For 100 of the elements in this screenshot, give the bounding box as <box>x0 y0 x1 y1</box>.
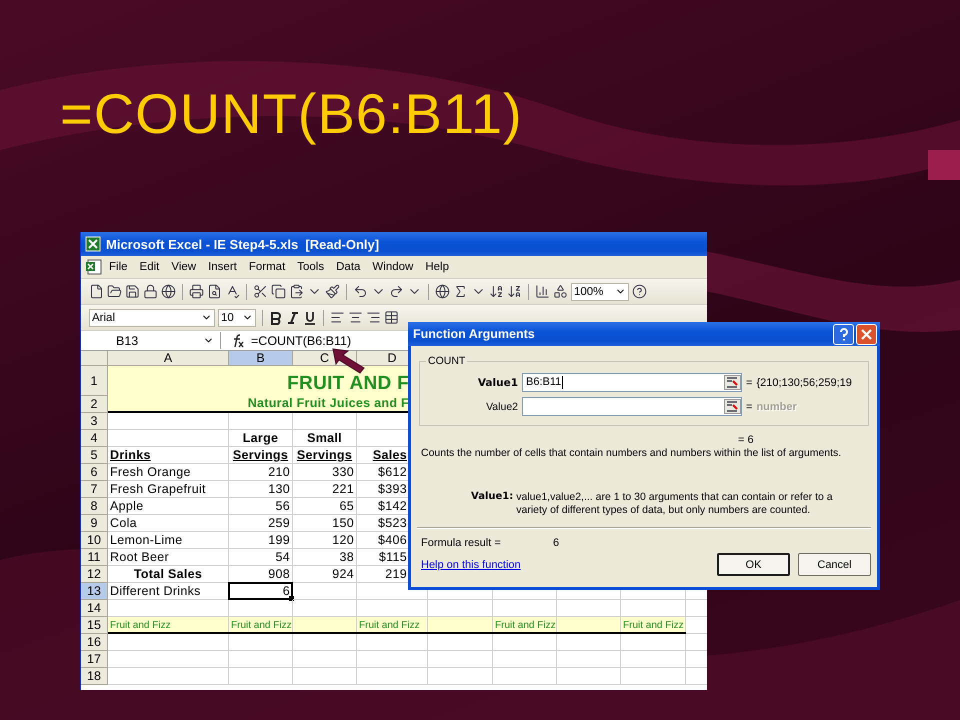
fill-handle[interactable] <box>289 596 294 601</box>
row-header[interactable]: 7 <box>81 481 108 498</box>
spreadsheet-doc-icon[interactable] <box>85 259 103 275</box>
column-header[interactable]: A <box>108 351 229 366</box>
function-icon[interactable] <box>231 334 245 348</box>
table-cell <box>621 634 686 651</box>
formula-text[interactable]: =COUNT(B6:B11) <box>251 334 352 348</box>
argument-value: {210;130;56;259;19 <box>756 376 852 388</box>
row-header[interactable]: 1 <box>81 366 108 396</box>
menu-item[interactable]: File <box>103 259 134 275</box>
help-icon[interactable] <box>632 284 647 299</box>
align-left-icon[interactable] <box>330 310 345 325</box>
menu-item[interactable]: Edit <box>134 259 166 275</box>
table-cell: Servings <box>293 447 357 464</box>
bar-chart-icon[interactable] <box>535 284 550 299</box>
table-cell: Fruit and Fizz <box>108 617 229 632</box>
dialog-title: Function Arguments <box>413 327 535 341</box>
table-cell <box>557 651 621 668</box>
sort-descending-icon[interactable] <box>507 284 522 299</box>
italic-icon[interactable] <box>286 310 300 324</box>
paste-icon[interactable] <box>289 284 304 299</box>
row-header[interactable]: 16 <box>81 634 108 651</box>
underline-icon[interactable] <box>303 310 317 324</box>
font-size-dropdown[interactable]: 10 <box>218 308 256 326</box>
row-header[interactable]: 4 <box>81 430 108 447</box>
menu-item[interactable]: Help <box>419 259 455 275</box>
table-cell: Large <box>229 430 293 447</box>
font-dropdown[interactable]: Arial <box>89 308 215 326</box>
globe-icon[interactable] <box>161 284 176 299</box>
row-header[interactable]: 12 <box>81 566 108 583</box>
menu-item[interactable]: Format <box>242 259 292 275</box>
table-cell: 908 <box>229 566 293 583</box>
align-right-icon[interactable] <box>366 310 381 325</box>
table-cell <box>493 668 557 685</box>
row-header[interactable]: 2 <box>81 396 108 413</box>
row-header[interactable]: 18 <box>81 668 108 685</box>
dialog-button[interactable]: OK <box>717 553 790 576</box>
redo-icon[interactable] <box>389 284 404 299</box>
group-label: COUNT <box>427 355 466 367</box>
table-cell: 210 <box>229 464 293 481</box>
save-icon[interactable] <box>125 284 140 299</box>
column-header[interactable]: B <box>229 351 293 366</box>
shapes-icon[interactable] <box>553 284 568 299</box>
table-cell <box>229 651 293 668</box>
cut-icon[interactable] <box>253 284 268 299</box>
row-header[interactable]: 3 <box>81 413 108 430</box>
menu-item[interactable]: Data <box>330 259 366 275</box>
argument-help-label: Value1: <box>471 491 514 504</box>
row-header[interactable]: 6 <box>81 464 108 481</box>
open-folder-icon[interactable] <box>107 284 122 299</box>
row-header[interactable]: 14 <box>81 600 108 617</box>
input-field[interactable] <box>522 397 742 416</box>
menu-item[interactable]: Window <box>366 259 420 275</box>
help-button[interactable] <box>833 324 854 344</box>
row-header[interactable]: 15 <box>81 617 108 634</box>
row-header[interactable]: 10 <box>81 532 108 549</box>
table-cell <box>229 634 293 651</box>
row-header[interactable]: 5 <box>81 447 108 464</box>
argument-label: Value2 <box>485 400 519 412</box>
window-title: Microsoft Excel - IE Step4-5.xls [Read-Only] <box>106 236 380 252</box>
dialog-button[interactable]: Cancel <box>798 553 871 576</box>
sort-ascending-icon[interactable] <box>489 284 504 299</box>
print-preview-icon[interactable] <box>207 284 222 299</box>
table-cell: 199 <box>229 532 293 549</box>
formula-result-value: 6 <box>553 537 560 549</box>
table-cell: 221 <box>293 481 357 498</box>
new-file-icon[interactable] <box>89 284 104 299</box>
name-box[interactable]: B13 <box>81 332 221 349</box>
menu-item[interactable]: View <box>165 259 202 275</box>
table-cell <box>428 651 493 668</box>
table-cell: 6 <box>229 583 293 600</box>
paintbrush-icon[interactable] <box>325 284 340 299</box>
cell-range-icon[interactable] <box>724 399 741 414</box>
globe-icon[interactable] <box>435 284 450 299</box>
argument-help-text: value1,value2,... are 1 to 30 arguments that can contain or refer to a variety of different types of data, but only numbers are counted. <box>516 491 834 517</box>
cell-range-icon[interactable] <box>724 375 741 390</box>
close-icon <box>861 328 872 340</box>
align-center-icon[interactable] <box>348 310 363 325</box>
row-header[interactable]: 13 <box>81 583 108 600</box>
bold-icon[interactable] <box>269 310 283 324</box>
lock-icon[interactable] <box>143 284 158 299</box>
print-icon[interactable] <box>189 284 204 299</box>
row-header[interactable]: 9 <box>81 515 108 532</box>
menu-item[interactable]: Tools <box>291 259 330 275</box>
result-text: = 6 <box>738 434 754 446</box>
table-cell: 150 <box>293 515 357 532</box>
row-header[interactable]: 8 <box>81 498 108 515</box>
equals-sign: = <box>746 400 752 412</box>
table-cell <box>229 668 293 685</box>
input-field[interactable]: B6:B11 <box>522 373 742 392</box>
table-cell: 65 <box>293 498 357 515</box>
menu-item[interactable]: Insert <box>202 259 243 275</box>
undo-icon[interactable] <box>353 284 368 299</box>
zoom-dropdown[interactable]: 100% <box>571 282 629 300</box>
close-button[interactable] <box>856 324 877 344</box>
row-header[interactable]: 11 <box>81 549 108 566</box>
copy-icon[interactable] <box>271 284 286 299</box>
table-cell: Total Sales <box>108 566 229 583</box>
merge-cells-icon[interactable] <box>384 310 399 325</box>
row-header[interactable]: 17 <box>81 651 108 668</box>
